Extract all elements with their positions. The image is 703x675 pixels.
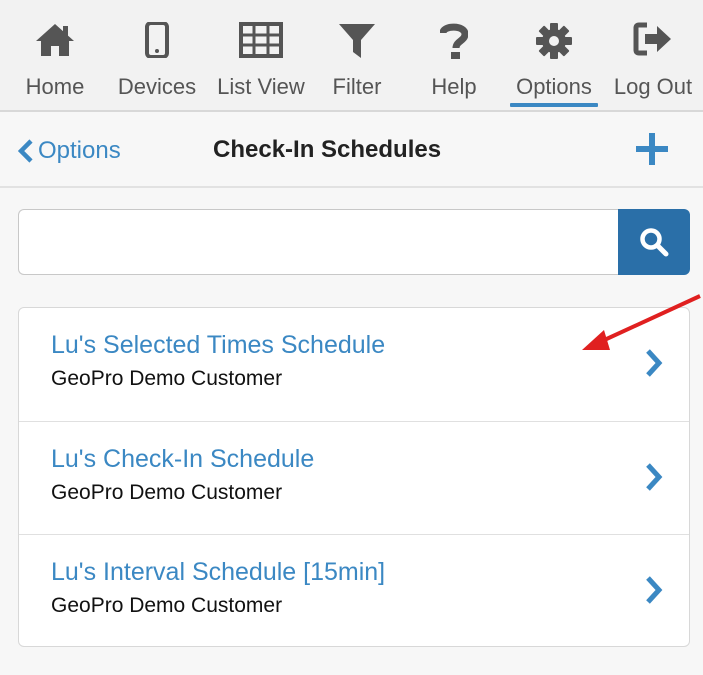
tab-label: Filter (332, 74, 382, 99)
active-tab-indicator (510, 103, 598, 107)
grid-table-icon (239, 22, 283, 63)
tab-label: Devices (117, 74, 197, 99)
sign-out-icon (633, 22, 673, 61)
tab-list-view[interactable]: List View (210, 0, 312, 110)
tab-label: List View (217, 74, 305, 99)
back-label: Options (38, 137, 121, 164)
tab-filter[interactable]: Filter (322, 0, 392, 110)
top-tab-bar: Home Devices List View Filter Help Optio… (0, 0, 703, 112)
tab-label: Options (516, 74, 592, 99)
tab-devices[interactable]: Devices (112, 0, 202, 110)
annotation-arrow-icon (582, 294, 701, 350)
tab-log-out[interactable]: Log Out (608, 0, 698, 110)
tab-help[interactable]: Help (424, 0, 484, 110)
search-button[interactable] (618, 209, 690, 275)
search-input[interactable] (18, 209, 620, 275)
tab-options[interactable]: Options (508, 0, 600, 110)
chevron-left-icon (18, 139, 33, 163)
tab-label: Log Out (613, 74, 693, 99)
page-header: Options Check-In Schedules (0, 112, 703, 188)
home-icon (34, 22, 76, 63)
schedule-name: Lu's Interval Schedule [15min] (51, 558, 386, 586)
back-button[interactable]: Options (18, 134, 121, 168)
tab-label: Home (25, 74, 85, 99)
schedule-name: Lu's Check-In Schedule (51, 445, 315, 473)
gear-icon (535, 22, 573, 65)
tab-label: Help (431, 74, 477, 99)
plus-icon (636, 133, 668, 165)
schedule-list: Lu's Selected Times Schedule GeoPro Demo… (18, 307, 690, 647)
search-icon (640, 228, 669, 257)
tab-home[interactable]: Home (16, 0, 94, 110)
customer-name: GeoPro Demo Customer (51, 367, 283, 390)
chevron-right-icon (646, 576, 663, 604)
list-item[interactable]: Lu's Interval Schedule [15min] GeoPro De… (19, 534, 689, 648)
main-content: Lu's Selected Times Schedule GeoPro Demo… (0, 188, 703, 675)
question-mark-icon (439, 22, 469, 65)
mobile-device-icon (145, 21, 169, 63)
customer-name: GeoPro Demo Customer (51, 594, 283, 617)
chevron-right-icon (646, 463, 663, 491)
list-item[interactable]: Lu's Check-In Schedule GeoPro Demo Custo… (19, 421, 689, 535)
add-schedule-button[interactable] (633, 130, 671, 173)
schedule-name: Lu's Selected Times Schedule (51, 331, 386, 359)
filter-funnel-icon (337, 22, 377, 65)
customer-name: GeoPro Demo Customer (51, 481, 283, 504)
search-bar (18, 209, 690, 275)
page-title: Check-In Schedules (213, 136, 442, 163)
